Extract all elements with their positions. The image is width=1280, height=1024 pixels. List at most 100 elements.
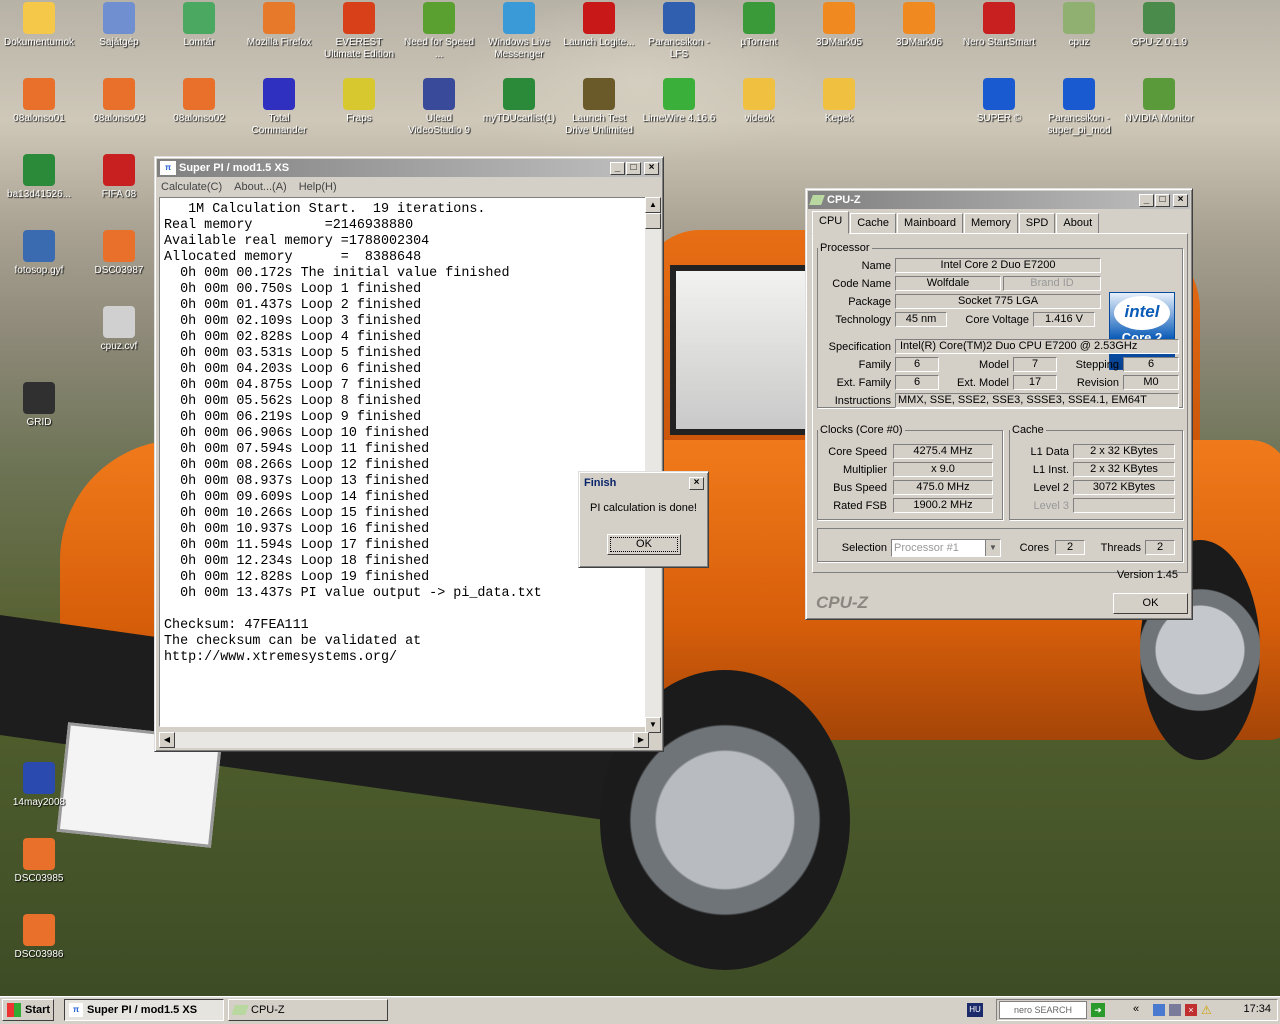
desktop-icon[interactable]: µTorrent [720,2,798,49]
desktop-icon-label: 3DMark05 [815,37,863,48]
app-icon [103,2,135,34]
desktop-icon[interactable]: DSC03986 [0,914,78,961]
desktop-icon[interactable]: Sajátgép [80,2,158,49]
taskbar-item-superpi[interactable]: π Super PI / mod1.5 XS [64,999,224,1021]
close-button[interactable]: × [1173,193,1188,207]
desktop-icon[interactable]: SUPER © [960,78,1038,125]
taskbar-item-cpuz[interactable]: CPU-Z [228,999,388,1021]
desktop-icon-label: Sajátgép [99,37,139,48]
desktop-icon[interactable]: 3DMark06 [880,2,958,49]
desktop-icon[interactable]: cpuz [1040,2,1118,49]
desktop-icon[interactable]: Kepek [800,78,878,125]
desktop-icon[interactable]: Launch Test Drive Unlimited [560,78,638,137]
network-icon[interactable] [1153,1004,1165,1016]
close-button[interactable]: × [689,476,704,490]
desktop-icon[interactable]: Nero StartSmart [960,2,1038,49]
scroll-up-arrow-icon[interactable]: ▲ [645,197,661,213]
desktop-icon[interactable]: DSC03985 [0,838,78,885]
app-icon [183,2,215,34]
processor-legend: Processor [820,242,870,254]
selection-label: Selection [841,542,887,554]
desktop-icon[interactable]: DSC03987 [80,230,158,277]
processor-select[interactable]: Processor #1 ▼ [891,539,1001,557]
app-icon [103,78,135,110]
desktop-icon[interactable]: Ulead VideoStudio 9 [400,78,478,137]
taskbar: Start π Super PI / mod1.5 XS CPU-Z HU ne… [0,996,1280,1024]
scroll-right-arrow-icon[interactable]: ▶ [633,732,649,748]
ok-button[interactable]: OK [1113,593,1188,614]
finish-titlebar[interactable]: Finish × [581,474,706,492]
cpuz-window[interactable]: CPU-Z _ □ × CPU Cache Mainboard Memory S… [805,188,1193,620]
desktop-icon[interactable]: 14may2008 [0,762,78,809]
app-icon [23,914,55,946]
desktop-icon-label: 08alonso03 [93,113,145,124]
nero-search-field[interactable]: nero SEARCH [999,1001,1087,1019]
desktop-icon[interactable]: GPU-Z 0.1.9 [1120,2,1198,49]
finish-dialog[interactable]: Finish × PI calculation is done! OK [578,471,709,568]
start-button[interactable]: Start [2,999,54,1021]
maximize-button[interactable]: □ [1155,193,1170,207]
desktop-icon[interactable]: Need for Speed ... [400,2,478,61]
chevron-down-icon[interactable]: ▼ [985,540,1000,556]
desktop-icon[interactable]: 08alonso03 [80,78,158,125]
superpi-titlebar[interactable]: π Super PI / mod1.5 XS _ □ × [157,159,661,177]
desktop-icon[interactable]: videok [720,78,798,125]
horizontal-scrollbar[interactable]: ◀ ▶ [159,732,649,748]
maximize-button[interactable]: □ [626,161,641,175]
language-indicator[interactable]: HU [967,1003,983,1017]
tab-cpu[interactable]: CPU [812,211,850,234]
minimize-button[interactable]: _ [610,161,625,175]
vertical-scrollbar[interactable]: ▲ ▼ [645,197,661,733]
desktop-icon[interactable]: LimeWire 4.16.6 [640,78,718,125]
app-icon [823,2,855,34]
desktop-icon[interactable]: Fraps [320,78,398,125]
desktop-icon[interactable]: Parancsikon - LFS [640,2,718,61]
menu-help[interactable]: Help(H) [299,181,337,193]
search-go-icon[interactable]: ➜ [1091,1003,1105,1017]
warning-icon[interactable]: ⚠ [1201,1003,1212,1017]
scroll-left-arrow-icon[interactable]: ◀ [159,732,175,748]
desktop-icon[interactable]: 08alonso02 [160,78,238,125]
close-button[interactable]: × [644,161,659,175]
superpi-window[interactable]: π Super PI / mod1.5 XS _ □ × Calculate(C… [154,156,664,752]
menu-about[interactable]: About...(A) [234,181,287,193]
desktop-icon[interactable]: Dokumentumok [0,2,78,49]
tab-about[interactable]: About [1056,213,1100,234]
desktop-icon[interactable]: cpuz.cvf [80,306,158,353]
scroll-down-arrow-icon[interactable]: ▼ [645,717,661,733]
bus-speed-label: Bus Speed [833,482,887,494]
desktop-icon[interactable]: NVIDIA Monitor [1120,78,1198,125]
tab-mainboard[interactable]: Mainboard [897,213,964,234]
network-disconnected-icon[interactable]: × [1185,1004,1197,1016]
minimize-button[interactable]: _ [1139,193,1154,207]
desktop-icon[interactable]: Mozilla Firefox [240,2,318,49]
volume-icon[interactable] [1169,1004,1181,1016]
desktop-icon[interactable]: Parancsikon - super_pi_mod [1040,78,1118,137]
tab-spd[interactable]: SPD [1018,213,1056,234]
tray-expand-icon[interactable]: « [1133,1003,1139,1015]
desktop-icon[interactable]: Windows Live Messenger [480,2,558,61]
desktop-icon[interactable]: GRID [0,382,78,429]
codename-value: Wolfdale [895,276,1001,291]
superpi-output[interactable]: 1M Calculation Start. 19 iterations. Rea… [159,197,649,727]
desktop-icon-label: Parancsikon - LFS [648,37,710,60]
tab-cache[interactable]: Cache [850,213,897,234]
desktop-icon[interactable]: Total Commander [240,78,318,137]
desktop-icon-label: GPU-Z 0.1.9 [1130,37,1188,48]
desktop-icon[interactable]: FIFA 08 [80,154,158,201]
desktop-icon[interactable]: myTDUcarlist(1) [480,78,558,125]
desktop-icon[interactable]: EVEREST Ultimate Edition [320,2,398,61]
desktop-icon[interactable]: 08alonso01 [0,78,78,125]
desktop-icon[interactable]: Launch Logite... [560,2,638,49]
desktop-icon[interactable]: fotosop.gyf [0,230,78,277]
tab-memory[interactable]: Memory [964,213,1018,234]
desktop-icon[interactable]: 3DMark05 [800,2,878,49]
scroll-thumb[interactable] [645,213,661,229]
ok-button[interactable]: OK [607,534,681,555]
menu-calculate[interactable]: Calculate(C) [161,181,222,193]
desktop-icon-label: 3DMark06 [895,37,943,48]
desktop-icon[interactable]: ba13d41526... [0,154,78,201]
cpuz-titlebar[interactable]: CPU-Z _ □ × [808,191,1190,209]
desktop-icon[interactable]: Lomtár [160,2,238,49]
revision-label: Revision [1076,377,1119,389]
